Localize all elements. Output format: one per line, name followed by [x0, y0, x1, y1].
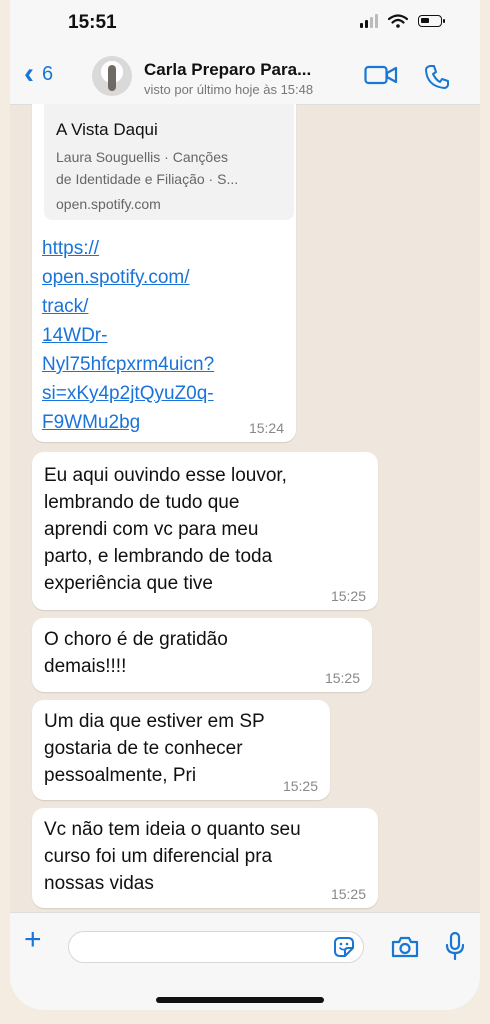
wifi-icon	[388, 14, 408, 28]
sticker-icon[interactable]	[332, 935, 356, 959]
spotify-link[interactable]: https:// open.spotify.com/ track/ 14WDr-…	[42, 234, 214, 437]
battery-icon	[418, 15, 445, 27]
message-text: Um dia que estiver em SP gostaria de te …	[44, 711, 265, 786]
message-input[interactable]	[68, 931, 364, 963]
link-preview-description: Laura Souguellis · Canções de Identidade…	[56, 149, 239, 187]
status-time: 15:51	[68, 12, 117, 33]
message-bubble[interactable]: Eu aqui ouvindo esse louvor, lembrando d…	[32, 452, 378, 610]
message-time: 15:25	[330, 588, 366, 604]
message-bubble[interactable]: O choro é de gratidão demais!!!! 15:25	[32, 618, 372, 692]
message-bubble[interactable]: Um dia que estiver em SP gostaria de te …	[32, 700, 330, 800]
video-camera-icon[interactable]	[364, 64, 398, 86]
message-text: Eu aqui ouvindo esse louvor, lembrando d…	[44, 465, 287, 594]
contact-name[interactable]: Carla Preparo Para...	[144, 60, 311, 80]
unread-count: 6	[42, 62, 54, 85]
phone-screen: 15:51 ‹ 6 Carla Preparo Para... visto po…	[10, 0, 480, 1010]
link-preview-domain: open.spotify.com	[56, 196, 161, 212]
plus-icon[interactable]: +	[24, 923, 42, 957]
message-text: O choro é de gratidão demais!!!!	[44, 629, 228, 677]
chat-area[interactable]: A Vista Daqui Laura Souguellis · Canções…	[10, 104, 480, 912]
back-button[interactable]: ‹ 6	[24, 57, 54, 90]
message-input-bar: +	[10, 912, 480, 1010]
message-time: 15:24	[248, 420, 284, 436]
chevron-left-icon: ‹	[24, 57, 34, 90]
status-bar: 15:51	[10, 0, 480, 48]
message-time: 15:25	[282, 778, 318, 794]
microphone-icon[interactable]	[444, 931, 466, 961]
home-indicator[interactable]	[156, 997, 324, 1003]
phone-icon[interactable]	[424, 64, 450, 90]
link-preview-title: A Vista Daqui	[56, 120, 158, 139]
message-bubble[interactable]: Vc não tem ideia o quanto seu curso foi …	[32, 808, 378, 908]
avatar[interactable]	[92, 56, 132, 96]
chat-header: ‹ 6 Carla Preparo Para... visto por últi…	[10, 48, 480, 105]
signal-icon	[360, 14, 378, 28]
message-text: Vc não tem ideia o quanto seu curso foi …	[44, 819, 301, 894]
message-bubble[interactable]: A Vista Daqui Laura Souguellis · Canções…	[32, 104, 296, 442]
camera-icon[interactable]	[390, 935, 420, 959]
message-time: 15:25	[330, 886, 366, 902]
contact-status: visto por último hoje às 15:48	[144, 82, 314, 97]
status-icons	[360, 14, 445, 28]
message-time: 15:25	[324, 670, 360, 686]
